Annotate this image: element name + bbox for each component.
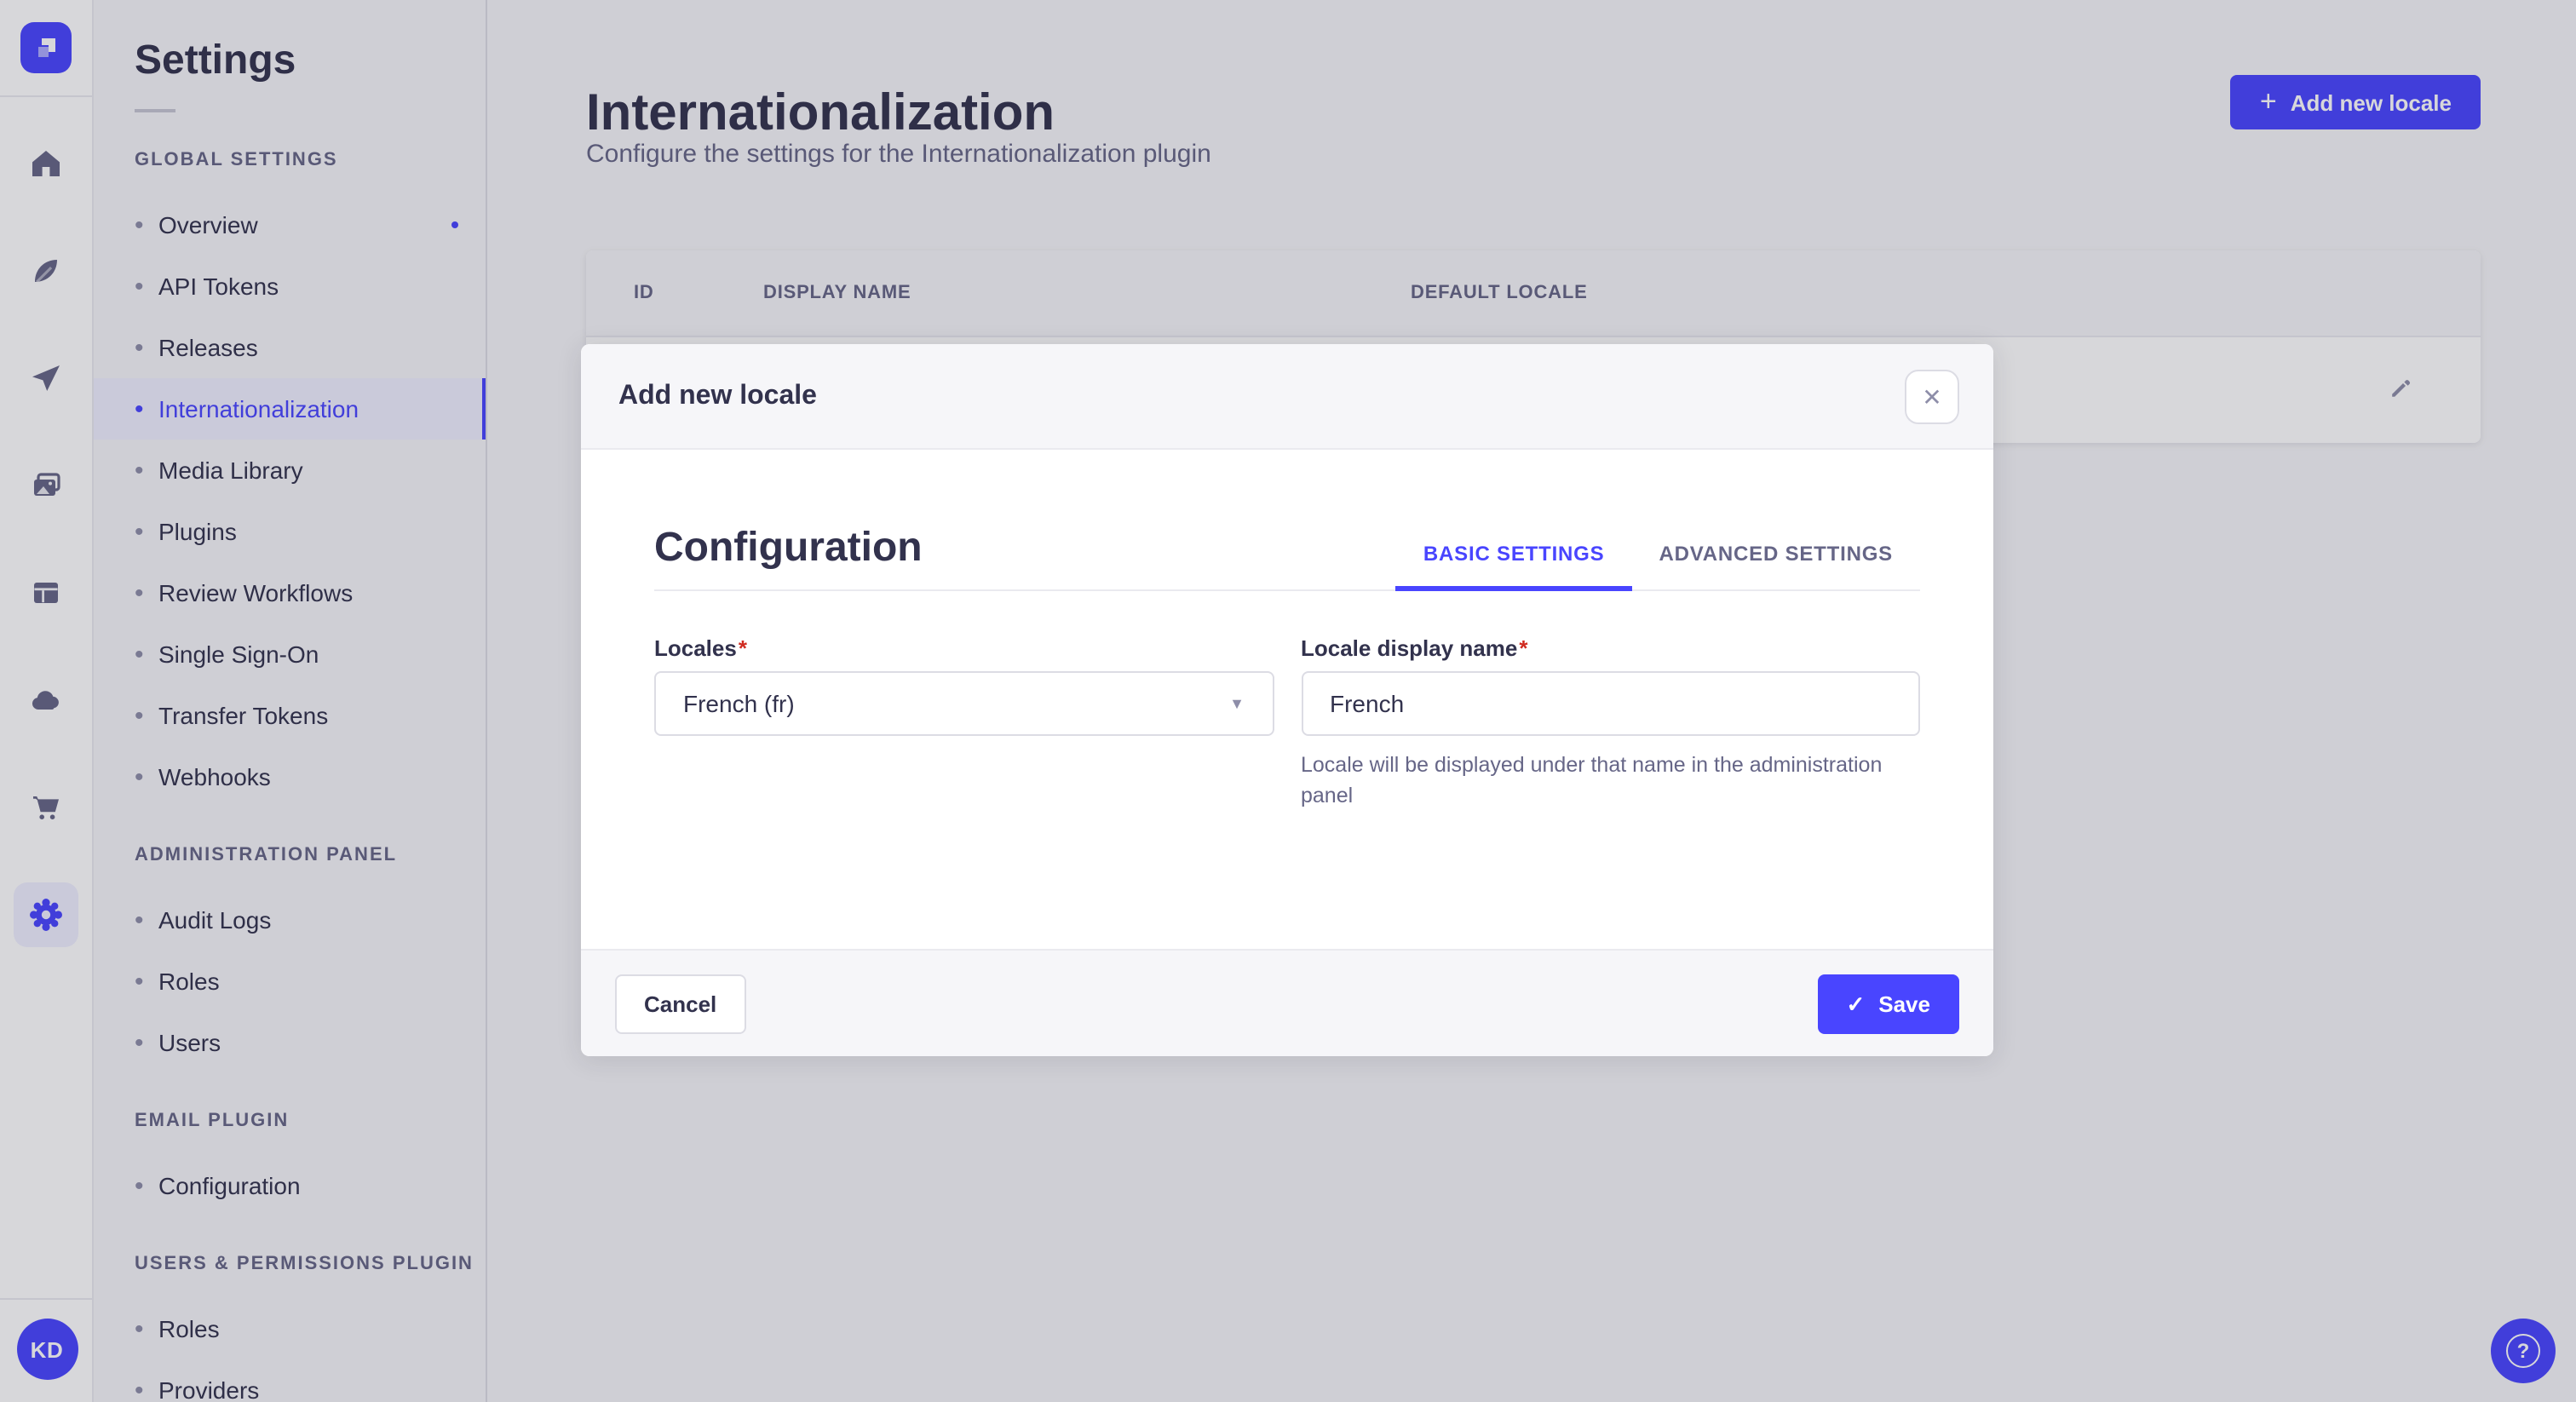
close-glyph: ✕ xyxy=(1922,382,1942,410)
locales-select-value: French (fr) xyxy=(683,690,795,717)
locales-select[interactable]: French (fr) ▼ xyxy=(654,671,1274,736)
settings-tabs: BASIC SETTINGS ADVANCED SETTINGS xyxy=(1395,542,1920,591)
modal-body: Configuration BASIC SETTINGS ADVANCED SE… xyxy=(581,450,1993,949)
form-fields-row: Locales * French (fr) ▼ Locale display na… xyxy=(654,635,1920,812)
locales-field: Locales * French (fr) ▼ xyxy=(654,635,1274,812)
chevron-down-icon: ▼ xyxy=(1229,695,1245,712)
locales-label: Locales * xyxy=(654,635,1274,661)
required-asterisk: * xyxy=(738,635,747,661)
display-name-label-text: Locale display name xyxy=(1301,635,1518,661)
locales-label-text: Locales xyxy=(654,635,737,661)
display-name-label: Locale display name * xyxy=(1301,635,1920,661)
display-name-input[interactable] xyxy=(1330,690,1891,717)
display-name-helper-text: Locale will be displayed under that name… xyxy=(1301,753,1883,808)
modal-title: Add new locale xyxy=(618,381,817,410)
close-icon[interactable]: ✕ xyxy=(1905,369,1959,423)
configuration-header-row: Configuration BASIC SETTINGS ADVANCED SE… xyxy=(654,525,1920,591)
modal-footer: Cancel ✓ Save xyxy=(581,949,1993,1056)
add-new-locale-modal: Add new locale ✕ Configuration BASIC SET… xyxy=(581,344,1993,1056)
strapi-admin-app: KD Settings GLOBAL SETTINGS • Overview •… xyxy=(0,0,2576,1402)
display-name-field: Locale display name* Locale will be disp… xyxy=(1301,635,1920,812)
save-button[interactable]: ✓ Save xyxy=(1817,974,1959,1033)
tab-basic-settings[interactable]: BASIC SETTINGS xyxy=(1395,542,1633,591)
check-icon: ✓ xyxy=(1846,991,1866,1016)
required-asterisk: * xyxy=(1519,635,1528,661)
cancel-button-label: Cancel xyxy=(644,991,717,1016)
cancel-button[interactable]: Cancel xyxy=(615,974,746,1033)
display-name-control xyxy=(1301,671,1920,736)
save-button-label: Save xyxy=(1878,991,1930,1016)
tab-advanced-settings[interactable]: ADVANCED SETTINGS xyxy=(1631,542,1920,589)
configuration-title: Configuration xyxy=(654,525,923,571)
modal-header: Add new locale ✕ xyxy=(581,344,1993,450)
